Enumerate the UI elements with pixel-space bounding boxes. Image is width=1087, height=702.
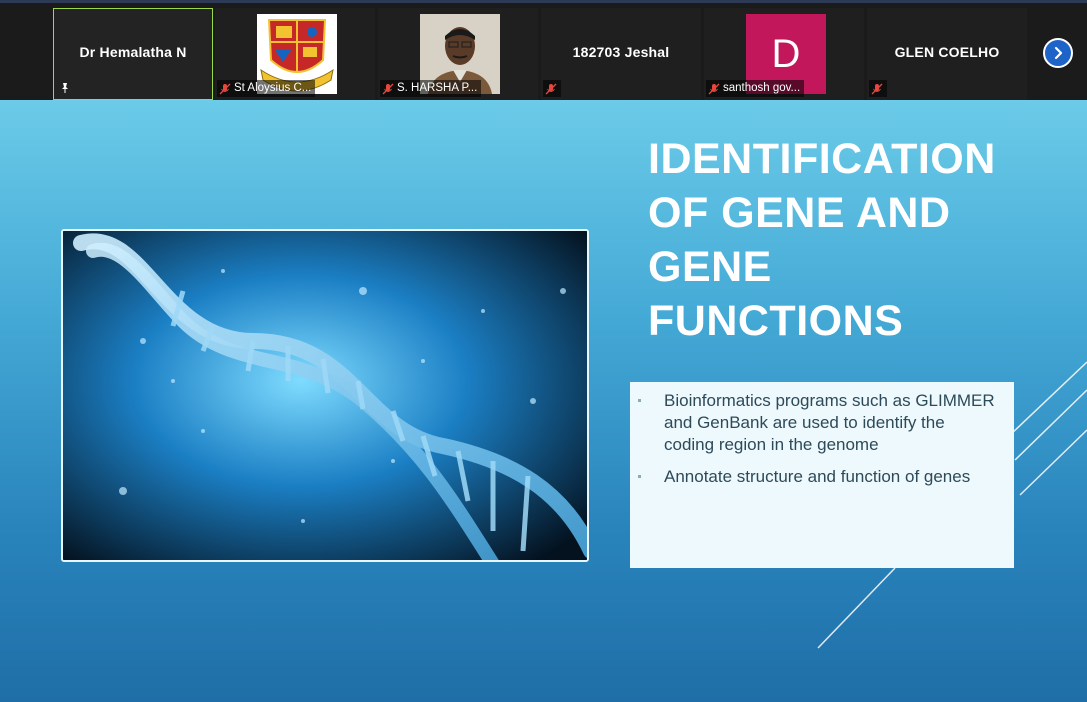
slide-title-line: GENE (648, 243, 772, 291)
participant-tile-glen[interactable]: GLEN COELHO (867, 8, 1027, 100)
bullet-list: Bioinformatics programs such as GLIMMER … (638, 390, 996, 488)
participant-caption (543, 80, 561, 97)
dna-helix-image (61, 229, 589, 562)
slide-title-line: FUNCTIONS (648, 297, 904, 345)
participant-caption: St Aloysius C... (217, 80, 316, 97)
microphone-muted-icon (708, 83, 720, 94)
bullet-item: Annotate structure and function of genes (638, 466, 996, 488)
slide-title: IDENTIFICATION OF GENE AND GENE FUNCTION… (648, 132, 1028, 348)
next-participants-button[interactable] (1043, 38, 1073, 68)
participant-caption: santhosh gov... (706, 80, 805, 97)
participant-tile-jeshal[interactable]: 182703 Jeshal (541, 8, 701, 100)
participant-name: S. HARSHA P... (397, 82, 478, 94)
bullet-item: Bioinformatics programs such as GLIMMER … (638, 391, 995, 454)
participant-caption (869, 80, 887, 97)
participant-gallery-strip: Dr Hemalatha N St Aloysius C... S. HARSH… (0, 0, 1087, 100)
participant-tile-st-aloysius[interactable]: St Aloysius C... (215, 8, 375, 100)
participant-name: GLEN COELHO (894, 44, 1000, 60)
participant-name: santhosh gov... (723, 82, 801, 94)
pin-icon (62, 83, 68, 93)
microphone-muted-icon (545, 83, 557, 94)
participant-tile-santhosh[interactable]: D santhosh gov... (704, 8, 864, 100)
participant-name: St Aloysius C... (234, 82, 312, 94)
participant-name: Dr Hemalatha N (79, 44, 187, 60)
slide-bullet-box: Bioinformatics programs such as GLIMMER … (630, 382, 1014, 568)
microphone-muted-icon (219, 83, 231, 94)
microphone-muted-icon (871, 83, 883, 94)
participant-tile-hemalatha[interactable]: Dr Hemalatha N (53, 8, 213, 100)
slide-title-line: IDENTIFICATION (648, 135, 996, 183)
shared-screen-slide: IDENTIFICATION OF GENE AND GENE FUNCTION… (0, 100, 1087, 702)
slide-title-line: OF GENE AND (648, 189, 951, 237)
participant-caption: S. HARSHA P... (380, 80, 482, 97)
participant-tile-harsha[interactable]: S. HARSHA P... (378, 8, 538, 100)
participant-name: 182703 Jeshal (572, 44, 670, 60)
microphone-muted-icon (382, 83, 394, 94)
chevron-right-icon (1054, 46, 1063, 60)
